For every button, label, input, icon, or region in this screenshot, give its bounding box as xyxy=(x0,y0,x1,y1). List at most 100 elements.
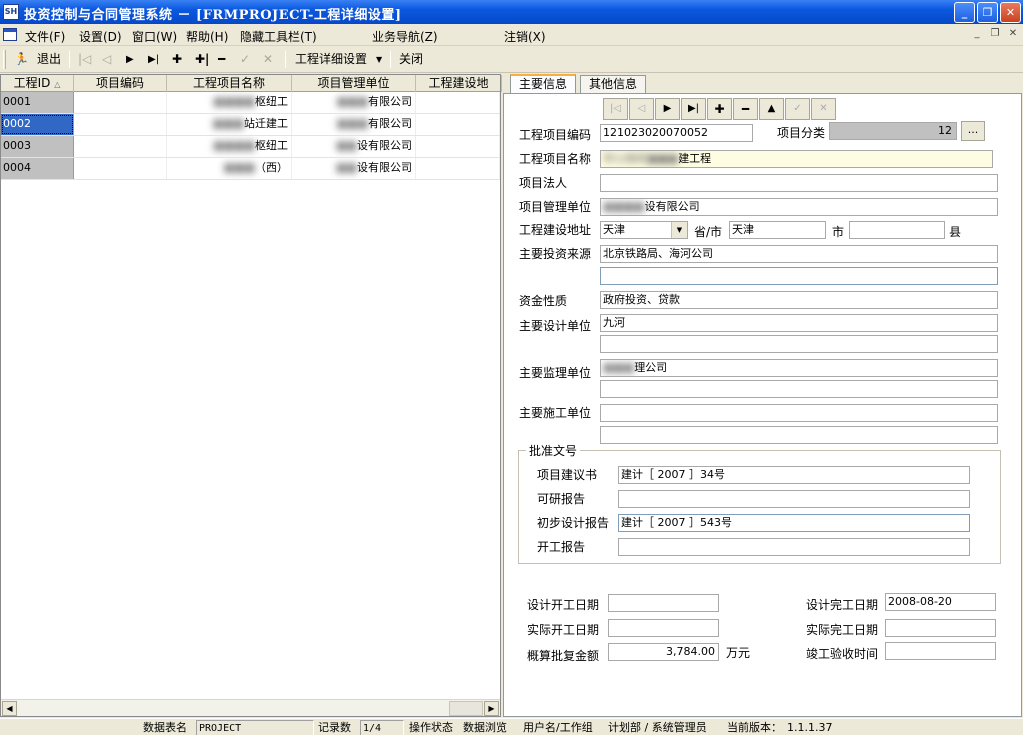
nav-last-icon[interactable]: ▶| xyxy=(681,98,706,120)
nav-edit-icon[interactable]: ▲ xyxy=(759,98,784,120)
menu-hide-toolbar[interactable]: 隐藏工具栏(T) xyxy=(240,28,317,45)
prelim-design-field[interactable]: 建计［ 2007 ］543号 xyxy=(618,514,970,532)
construct-unit-field-2[interactable] xyxy=(600,426,998,444)
last-record-icon[interactable]: ▶| xyxy=(148,50,159,69)
prev-record-icon[interactable]: ◁ xyxy=(102,50,111,69)
mgmt-unit-field[interactable]: ■■■■设有限公司 xyxy=(600,198,998,216)
menu-help[interactable]: 帮助(H) xyxy=(186,28,228,45)
budget-field[interactable]: 3,784.00 xyxy=(608,643,719,661)
actual-end-field[interactable] xyxy=(885,619,996,637)
row-id[interactable]: 0002 xyxy=(1,114,74,135)
row-code[interactable] xyxy=(74,158,167,179)
detail-settings-button[interactable]: 工程详细设置 xyxy=(295,50,367,69)
row-name[interactable]: ■■■■枢纽工 xyxy=(167,136,292,157)
invest-source-field-2[interactable] xyxy=(600,267,998,285)
row-unit[interactable]: ■■设有限公司 xyxy=(292,158,416,179)
design-start-field[interactable] xyxy=(608,594,719,612)
menu-logout[interactable]: 注销(X) xyxy=(504,28,546,45)
row-name[interactable]: ■■■站迁建工 xyxy=(167,114,292,135)
column-header-unit[interactable]: 项目管理单位 xyxy=(292,75,416,92)
chevron-down-icon[interactable]: ▼ xyxy=(671,222,687,238)
row-unit[interactable]: ■■■有限公司 xyxy=(292,92,416,113)
invest-source-field[interactable]: 北京铁路局、海河公司 xyxy=(600,245,998,263)
first-record-icon[interactable]: |◁ xyxy=(78,50,91,69)
nav-prev-icon[interactable]: ◁ xyxy=(629,98,654,120)
row-name[interactable]: ■■■■枢纽工 xyxy=(167,92,292,113)
tab-main-info[interactable]: 主要信息 xyxy=(510,74,577,95)
menu-settings[interactable]: 设置(D) xyxy=(79,28,122,45)
acceptance-field[interactable] xyxy=(885,642,996,660)
column-header-id[interactable]: 工程ID △ xyxy=(1,75,74,92)
start-report-field[interactable] xyxy=(618,538,970,556)
row-address[interactable] xyxy=(416,92,500,113)
province-select[interactable]: 天津 ▼ xyxy=(600,221,688,239)
exit-button[interactable]: 退出 xyxy=(37,50,61,69)
row-address[interactable] xyxy=(416,136,500,157)
row-code[interactable] xyxy=(74,136,167,157)
table-row[interactable]: 0004 ■■■（西） ■■设有限公司 xyxy=(1,158,500,180)
row-id[interactable]: 0004 xyxy=(1,158,74,179)
category-field[interactable]: 12 xyxy=(829,122,957,140)
exit-icon[interactable]: 🏃 xyxy=(14,50,29,69)
mdi-restore-icon[interactable]: ❐ xyxy=(988,27,1002,41)
delete-record-icon[interactable]: ━ xyxy=(218,50,225,69)
county-field[interactable] xyxy=(849,221,945,239)
project-grid[interactable]: 工程ID △ 项目编码 工程项目名称 项目管理单位 工程建设地 0001 ■■■… xyxy=(0,74,502,717)
menu-file[interactable]: 文件(F) xyxy=(25,28,65,45)
mdi-child-icon[interactable] xyxy=(3,28,17,41)
row-unit[interactable]: ■■■有限公司 xyxy=(292,114,416,135)
design-end-field[interactable]: 2008-08-20 xyxy=(885,593,996,611)
nav-cancel-icon[interactable]: ✕ xyxy=(811,98,836,120)
supervise-unit-field[interactable]: ■■■理公司 xyxy=(600,359,998,377)
category-lookup-button[interactable]: ... xyxy=(961,121,985,141)
tab-other-info[interactable]: 其他信息 xyxy=(580,75,647,94)
table-row[interactable]: 0003 ■■■■枢纽工 ■■设有限公司 xyxy=(1,136,500,158)
fund-nature-field[interactable]: 政府投资、贷款 xyxy=(600,291,998,309)
name-field[interactable]: 李公楼闸■■■建工程 xyxy=(600,150,993,168)
feasibility-field[interactable] xyxy=(618,490,970,508)
insert-record-icon[interactable]: ✚| xyxy=(195,50,209,69)
column-header-name[interactable]: 工程项目名称 xyxy=(167,75,292,92)
restore-button[interactable]: ❐ xyxy=(977,2,998,23)
table-row[interactable]: 0002 ■■■站迁建工 ■■■有限公司 xyxy=(1,114,500,136)
confirm-icon[interactable]: ✓ xyxy=(240,50,250,69)
cancel-icon[interactable]: ✕ xyxy=(263,50,273,69)
row-code[interactable] xyxy=(74,92,167,113)
scroll-right-icon[interactable]: ▶ xyxy=(484,701,499,716)
row-code[interactable] xyxy=(74,114,167,135)
column-header-code[interactable]: 项目编码 xyxy=(74,75,167,92)
actual-start-field[interactable] xyxy=(608,619,719,637)
row-name[interactable]: ■■■（西） xyxy=(167,158,292,179)
mdi-close-icon[interactable]: ✕ xyxy=(1006,27,1020,41)
supervise-unit-field-2[interactable] xyxy=(600,380,998,398)
chevron-down-icon[interactable]: ▼ xyxy=(376,50,382,69)
nav-next-icon[interactable]: ▶ xyxy=(655,98,680,120)
menu-window[interactable]: 窗口(W) xyxy=(132,28,177,45)
horizontal-scrollbar[interactable]: ◀ ▶ xyxy=(1,699,500,716)
legal-person-field[interactable] xyxy=(600,174,998,192)
column-header-address[interactable]: 工程建设地 xyxy=(416,75,502,92)
add-record-icon[interactable]: ✚ xyxy=(172,50,182,69)
city-field[interactable]: 天津 xyxy=(729,221,826,239)
construct-unit-field[interactable] xyxy=(600,404,998,422)
close-button[interactable]: 关闭 xyxy=(399,50,423,69)
row-address[interactable] xyxy=(416,114,500,135)
nav-delete-icon[interactable]: ━ xyxy=(733,98,758,120)
row-address[interactable] xyxy=(416,158,500,179)
code-field[interactable]: 121023020070052 xyxy=(600,124,753,142)
design-unit-field[interactable]: 九河 xyxy=(600,314,998,332)
table-row[interactable]: 0001 ■■■■枢纽工 ■■■有限公司 xyxy=(1,92,500,114)
proposal-field[interactable]: 建计［ 2007 ］34号 xyxy=(618,466,970,484)
row-id[interactable]: 0001 xyxy=(1,92,74,113)
row-unit[interactable]: ■■设有限公司 xyxy=(292,136,416,157)
scroll-left-icon[interactable]: ◀ xyxy=(2,701,17,716)
close-window-button[interactable]: ✕ xyxy=(1000,2,1021,23)
toolbar-grip[interactable] xyxy=(3,50,6,69)
nav-add-icon[interactable]: ✚ xyxy=(707,98,732,120)
menu-business-nav[interactable]: 业务导航(Z) xyxy=(372,28,438,45)
nav-first-icon[interactable]: |◁ xyxy=(603,98,628,120)
row-id[interactable]: 0003 xyxy=(1,136,74,157)
minimize-button[interactable]: _ xyxy=(954,2,975,23)
mdi-minimize-icon[interactable]: _ xyxy=(970,27,984,41)
scroll-thumb[interactable] xyxy=(449,701,483,716)
